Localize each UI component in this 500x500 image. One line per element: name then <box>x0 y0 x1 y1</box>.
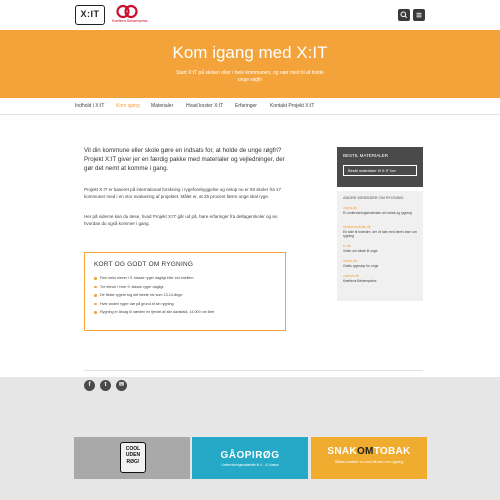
sidebar-link-item: snakomtobak.dk En side til forældre, der… <box>343 225 419 238</box>
email-share-button[interactable]: ✉ <box>116 380 127 391</box>
order-materials-title: BESTIL MATERIALER <box>343 153 389 158</box>
fact-box: KORT OG GODT OM RYGNING Fem seks elever … <box>84 252 286 331</box>
kb-logo-text: Kræftens Bekæmpelse <box>112 19 148 23</box>
sidebar-link-desc: Gratis rygestop for unge <box>343 264 379 268</box>
top-bar: X:IT Kræftens Bekæmpelse <box>0 0 500 30</box>
main-content: Vil din kommune eller skole gøre en inds… <box>0 115 500 391</box>
search-button[interactable] <box>398 9 410 21</box>
sidebar-link-item: cigna.dk Et undervisningsmateriale om to… <box>343 206 419 215</box>
divider <box>84 370 423 371</box>
sidebar-link-item: cancer.dk Kræftens Bekæmpelse <box>343 274 419 283</box>
list-item: Fem seks elever i 9. klasse ryger daglig… <box>94 276 279 285</box>
body-paragraph-2: Her på siderne kan du læse, hvad Projekt… <box>84 214 279 226</box>
page-title: Kom igang med X:IT <box>172 43 328 62</box>
intro-text: Vil din kommune eller skole gøre en inds… <box>84 147 285 172</box>
order-materials-button[interactable]: Bestil materialer til X:IT her <box>343 165 417 176</box>
fact-list: Fem seks elever i 9. klasse ryger daglig… <box>94 276 279 319</box>
page-subtitle: Start X:IT på skolen eller i hele kommun… <box>176 70 324 83</box>
sidebar-link-desc: Et undervisningsmateriale om tobak og ry… <box>343 211 412 215</box>
sidebar-link-desc: Kræftens Bekæmpelse <box>343 279 377 283</box>
page: X:IT Kræftens Bekæmpelse Kom igang med X… <box>0 0 500 500</box>
nav-item-kom-igang[interactable]: Kom igang <box>116 103 140 109</box>
sidebar-link-desc: En side til forældre, der vil tale med d… <box>343 230 417 239</box>
om-word: OM <box>356 446 374 457</box>
tobak-word: TOBAK <box>373 446 411 457</box>
kraeftens-bekaempelse-logo[interactable]: Kræftens Bekæmpelse <box>112 4 148 26</box>
sidebar-link-item: xhale.dk Gratis rygestop for unge <box>343 259 419 268</box>
snak-word: SNAK <box>327 446 357 457</box>
gaa-op-i-roeg-title: GÅOPIRØG <box>220 450 280 461</box>
snak-om-tobak-title: SNAKOMTOBAK <box>311 446 427 457</box>
list-item: Tre elever i hver 9. klasse ryger daglig… <box>94 285 279 294</box>
xit-logo[interactable]: X:IT <box>75 5 105 25</box>
nav-item-erfaringer[interactable]: Erfaringer <box>235 103 257 109</box>
other-websites-title: ANDRE WEBSIDER OM RYGNING <box>343 196 404 200</box>
kb-ring-logo-icon <box>116 4 138 19</box>
body-paragraph-1: Projekt X:IT er baseret på international… <box>84 187 282 199</box>
order-materials-box: BESTIL MATERIALER Bestil materialer til … <box>337 147 423 187</box>
gaa-op-i-roeg-banner[interactable]: GÅOPIRØG Undervisningsmateriale til 4. -… <box>192 437 308 479</box>
cool-uden-roeg-logo: COOL UDEN RØG! <box>120 442 146 473</box>
nav-item-materialer[interactable]: Materialer <box>151 103 173 109</box>
other-websites-box: ANDRE WEBSIDER OM RYGNING cigna.dk Et un… <box>337 191 423 301</box>
hero-banner: Kom igang med X:IT Start X:IT på skolen … <box>0 30 500 98</box>
search-icon <box>400 11 408 19</box>
nav-item-kontakt[interactable]: Kontakt Projekt X:IT <box>270 103 314 109</box>
list-item: Hver anden ryger dør på grund af sin ryg… <box>94 302 279 311</box>
nav-item-hvad-koster[interactable]: Hvad koster X:IT <box>186 103 223 109</box>
snak-om-tobak-subtitle: Sådan snakker du med dit barn om rygning <box>334 460 404 464</box>
section-nav: Indhold i X:IT Kom igang Materialer Hvad… <box>0 98 500 115</box>
list-item: De fleste rygere tog det første hiv som … <box>94 293 279 302</box>
cool-logo-line: RØG! <box>126 458 140 465</box>
list-item: Rygning er årsag til næsten en fjerdel a… <box>94 310 279 319</box>
cool-uden-roeg-banner[interactable]: COOL UDEN RØG! <box>74 437 190 479</box>
gaa-op-i-roeg-subtitle: Undervisningsmateriale til 4. - 6. klass… <box>221 463 279 467</box>
sidebar-link-desc: Viden om tobak til unge <box>343 249 378 253</box>
snak-om-tobak-banner[interactable]: SNAKOMTOBAK Sådan snakker du med dit bar… <box>311 437 427 479</box>
twitter-share-button[interactable]: t <box>100 380 111 391</box>
menu-button[interactable] <box>413 9 425 21</box>
sidebar-link-item: tv.dk Viden om tobak til unge <box>343 244 419 253</box>
nav-item-indhold[interactable]: Indhold i X:IT <box>75 103 104 109</box>
fact-box-title: KORT OG GODT OM RYGNING <box>94 261 194 268</box>
hamburger-menu-icon <box>416 12 422 18</box>
facebook-share-button[interactable]: f <box>84 380 95 391</box>
